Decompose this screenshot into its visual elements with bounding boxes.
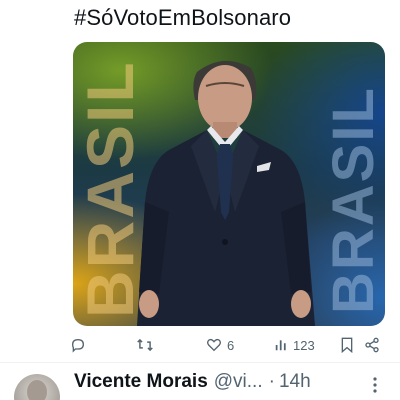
next-tweet-header: Vicente Morais @vi... · 14h	[74, 371, 311, 397]
avatar-photo	[27, 380, 47, 400]
share-button[interactable]	[364, 334, 380, 356]
reply-button[interactable]	[70, 334, 86, 356]
author-handle[interactable]: @vi...	[214, 371, 263, 393]
tweet-text-hashtag[interactable]: #SóVotoEmBolsonaro	[74, 4, 291, 32]
reply-icon	[71, 338, 85, 353]
bookmark-icon	[341, 337, 353, 353]
tweet-time[interactable]: 14h	[279, 371, 311, 393]
share-icon	[365, 337, 379, 353]
tweet-media-image[interactable]: BRASIL BRASIL	[73, 42, 385, 326]
retweet-icon	[137, 338, 153, 352]
tweet-action-bar: 6 123	[60, 334, 400, 356]
like-count: 6	[227, 337, 235, 353]
tweet-divider	[0, 362, 400, 363]
more-dots-icon	[373, 377, 377, 393]
avatar[interactable]	[14, 374, 60, 400]
bookmark-button[interactable]	[340, 334, 354, 356]
more-options-button[interactable]	[366, 376, 384, 394]
media-person-figure	[137, 60, 315, 326]
author-name[interactable]: Vicente Morais	[74, 371, 208, 393]
views-button[interactable]: 123	[274, 334, 315, 356]
views-icon	[275, 340, 286, 351]
like-button[interactable]: 6	[206, 334, 234, 356]
retweet-button[interactable]	[136, 334, 154, 356]
heart-icon	[207, 338, 221, 352]
views-count: 123	[293, 337, 315, 353]
tweet-time-separator: ·	[268, 371, 275, 392]
